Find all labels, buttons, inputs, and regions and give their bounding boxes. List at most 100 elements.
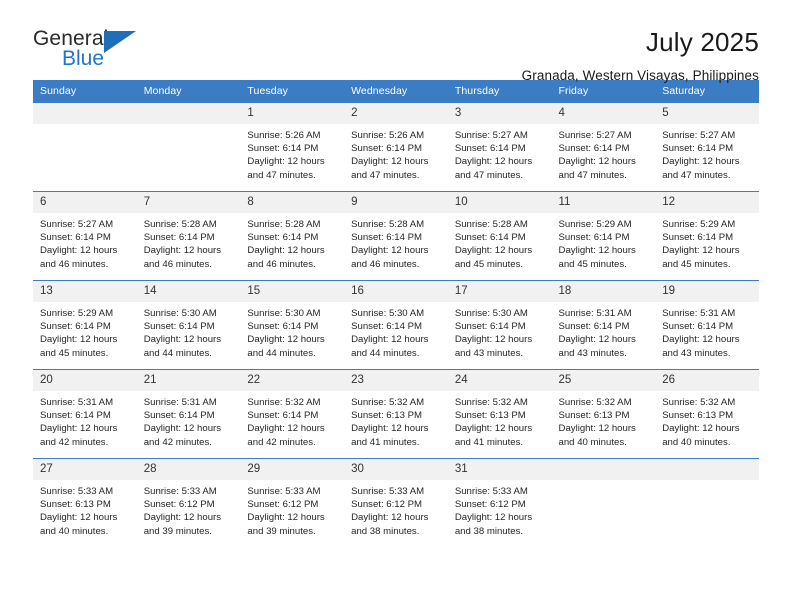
day-details: Sunrise: 5:27 AM Sunset: 6:14 PM Daylight:… — [655, 124, 759, 182]
daylight-text-line1: Daylight: 12 hours — [143, 423, 222, 435]
day-details: Sunrise: 5:27 AM Sunset: 6:14 PM Daylight:… — [448, 124, 552, 182]
day-cell[interactable]: 21 Sunrise: 5:31 AM Sunset: 6:14 PM Dayligh… — [136, 369, 241, 459]
day-cell[interactable]: 26 Sunrise: 5:32 AM Sunset: 6:13 PM Dayligh… — [655, 369, 759, 459]
daylight-text-line1: Daylight: 12 hours — [40, 512, 118, 524]
sunset-text: Sunset: 6:13 PM — [40, 499, 111, 511]
daylight-text-line1: Daylight: 12 hours — [351, 245, 429, 257]
day-cell-empty — [655, 458, 759, 547]
day-cell[interactable]: 24 Sunrise: 5:32 AM Sunset: 6:13 PM Dayligh… — [447, 369, 552, 459]
day-number: 27 — [33, 459, 137, 480]
day-number: 6 — [33, 192, 137, 213]
sunset-text: Sunset: 6:14 PM — [40, 232, 111, 244]
daylight-text-line1: Daylight: 12 hours — [351, 156, 429, 168]
day-number: 9 — [344, 192, 448, 213]
day-number: 21 — [136, 370, 241, 391]
sunset-text: Sunset: 6:14 PM — [454, 232, 526, 244]
day-cell[interactable]: 9 Sunrise: 5:28 AM Sunset: 6:14 PM Daylight… — [344, 191, 448, 281]
day-details: Sunrise: 5:30 AM Sunset: 6:14 PM Daylight:… — [137, 302, 241, 360]
daylight-text-line2: and 42 minutes. — [247, 436, 316, 448]
day-cell[interactable]: 28 Sunrise: 5:33 AM Sunset: 6:12 PM Dayligh… — [136, 458, 241, 547]
sunset-text: Sunset: 6:14 PM — [662, 232, 734, 244]
day-details: Sunrise: 5:32 AM Sunset: 6:13 PM Daylight:… — [448, 391, 552, 449]
sunset-text: Sunset: 6:14 PM — [662, 321, 734, 333]
day-cell[interactable]: 17 Sunrise: 5:30 AM Sunset: 6:14 PM Dayligh… — [447, 280, 552, 370]
day-cell[interactable]: 19 Sunrise: 5:31 AM Sunset: 6:14 PM Dayligh… — [655, 280, 759, 370]
daylight-text-line2: and 44 minutes. — [351, 347, 420, 359]
day-number: 28 — [136, 459, 241, 480]
sunset-text: Sunset: 6:13 PM — [454, 410, 526, 422]
day-cell[interactable]: 6 Sunrise: 5:27 AM Sunset: 6:14 PM Daylight… — [33, 191, 137, 281]
day-cell[interactable]: 29 Sunrise: 5:33 AM Sunset: 6:12 PM Dayligh… — [240, 458, 345, 547]
day-cell[interactable]: 3 Sunrise: 5:27 AM Sunset: 6:14 PM Daylight… — [447, 102, 552, 192]
sunrise-text: Sunrise: 5:27 AM — [40, 219, 114, 230]
daylight-text-line2: and 44 minutes. — [143, 347, 212, 359]
day-cell[interactable]: 30 Sunrise: 5:33 AM Sunset: 6:12 PM Dayligh… — [344, 458, 448, 547]
day-number: 7 — [136, 192, 241, 213]
day-cell[interactable]: 1 Sunrise: 5:26 AM Sunset: 6:14 PM Daylight… — [240, 102, 345, 192]
daylight-text-line2: and 43 minutes. — [558, 347, 627, 359]
day-number: 11 — [551, 192, 656, 213]
weekday-header-friday: Friday — [551, 80, 656, 103]
day-cell[interactable]: 20 Sunrise: 5:31 AM Sunset: 6:14 PM Dayligh… — [33, 369, 137, 459]
day-details: Sunrise: 5:29 AM Sunset: 6:14 PM Daylight:… — [552, 213, 656, 271]
day-cell[interactable]: 4 Sunrise: 5:27 AM Sunset: 6:14 PM Daylight… — [551, 102, 656, 192]
day-number: 14 — [136, 281, 241, 302]
sunset-text: Sunset: 6:13 PM — [662, 410, 734, 422]
sunrise-text: Sunrise: 5:29 AM — [40, 308, 114, 319]
day-cell[interactable]: 8 Sunrise: 5:28 AM Sunset: 6:14 PM Daylight… — [240, 191, 345, 281]
daylight-text-line2: and 46 minutes. — [351, 258, 420, 270]
calendar-week-row: 27 Sunrise: 5:33 AM Sunset: 6:13 PM Dayligh… — [33, 458, 759, 547]
sunrise-text: Sunrise: 5:28 AM — [351, 219, 425, 230]
day-cell[interactable]: 2 Sunrise: 5:26 AM Sunset: 6:14 PM Daylight… — [344, 102, 448, 192]
title-block: July 2025 Granada, Western Visayas, Phil… — [522, 28, 759, 83]
sunset-text: Sunset: 6:14 PM — [143, 232, 215, 244]
calendar-page: General Blue July 2025 Granada, Western … — [0, 0, 792, 612]
day-cell[interactable]: 15 Sunrise: 5:30 AM Sunset: 6:14 PM Dayligh… — [240, 280, 345, 370]
daylight-text-line2: and 44 minutes. — [247, 347, 316, 359]
daylight-text-line1: Daylight: 12 hours — [454, 423, 533, 435]
day-cell[interactable]: 5 Sunrise: 5:27 AM Sunset: 6:14 PM Daylight… — [655, 102, 759, 192]
day-number — [655, 459, 759, 480]
day-details: Sunrise: 5:29 AM Sunset: 6:14 PM Daylight:… — [655, 213, 759, 271]
day-cell[interactable]: 11 Sunrise: 5:29 AM Sunset: 6:14 PM Dayligh… — [551, 191, 656, 281]
daylight-text-line1: Daylight: 12 hours — [662, 334, 740, 346]
day-number: 29 — [240, 459, 345, 480]
sunset-text: Sunset: 6:14 PM — [40, 321, 111, 333]
day-cell[interactable]: 12 Sunrise: 5:29 AM Sunset: 6:14 PM Dayligh… — [655, 191, 759, 281]
daylight-text-line2: and 45 minutes. — [662, 258, 731, 270]
calendar-header-row: Sunday Monday Tuesday Wednesday Thursday Frid… — [33, 80, 759, 103]
daylight-text-line2: and 45 minutes. — [454, 258, 524, 270]
day-cell[interactable]: 16 Sunrise: 5:30 AM Sunset: 6:14 PM Dayligh… — [344, 280, 448, 370]
day-cell[interactable]: 10 Sunrise: 5:28 AM Sunset: 6:14 PM Dayligh… — [447, 191, 552, 281]
day-number: 2 — [344, 103, 448, 124]
daylight-text-line1: Daylight: 12 hours — [558, 423, 636, 435]
day-cell[interactable]: 13 Sunrise: 5:29 AM Sunset: 6:14 PM Dayligh… — [33, 280, 137, 370]
day-number: 8 — [240, 192, 345, 213]
day-cell[interactable]: 14 Sunrise: 5:30 AM Sunset: 6:14 PM Dayligh… — [136, 280, 241, 370]
day-cell[interactable]: 25 Sunrise: 5:32 AM Sunset: 6:13 PM Dayligh… — [551, 369, 656, 459]
day-details: Sunrise: 5:28 AM Sunset: 6:14 PM Daylight:… — [240, 213, 344, 271]
calendar-week-row: 20 Sunrise: 5:31 AM Sunset: 6:14 PM Dayligh… — [33, 369, 759, 459]
day-details: Sunrise: 5:29 AM Sunset: 6:14 PM Daylight:… — [33, 302, 137, 360]
daylight-text-line1: Daylight: 12 hours — [143, 334, 222, 346]
day-number: 13 — [33, 281, 137, 302]
daylight-text-line2: and 39 minutes. — [247, 525, 316, 537]
sunrise-text: Sunrise: 5:26 AM — [351, 130, 425, 141]
sunrise-text: Sunrise: 5:32 AM — [247, 397, 321, 408]
daylight-text-line1: Daylight: 12 hours — [247, 245, 325, 257]
day-cell[interactable]: 23 Sunrise: 5:32 AM Sunset: 6:13 PM Dayligh… — [344, 369, 448, 459]
day-number: 4 — [551, 103, 656, 124]
day-cell[interactable]: 18 Sunrise: 5:31 AM Sunset: 6:14 PM Dayligh… — [551, 280, 656, 370]
day-cell[interactable]: 27 Sunrise: 5:33 AM Sunset: 6:13 PM Dayligh… — [33, 458, 137, 547]
sunset-text: Sunset: 6:12 PM — [247, 499, 319, 511]
day-cell[interactable]: 7 Sunrise: 5:28 AM Sunset: 6:14 PM Daylight… — [136, 191, 241, 281]
day-cell[interactable]: 31 Sunrise: 5:33 AM Sunset: 6:12 PM Dayligh… — [447, 458, 552, 547]
sunset-text: Sunset: 6:14 PM — [143, 321, 215, 333]
day-details: Sunrise: 5:28 AM Sunset: 6:14 PM Daylight:… — [448, 213, 552, 271]
day-cell[interactable]: 22 Sunrise: 5:32 AM Sunset: 6:14 PM Dayligh… — [240, 369, 345, 459]
weekday-header-saturday: Saturday — [655, 80, 759, 103]
day-number: 31 — [447, 459, 552, 480]
generalblue-logo[interactable]: General Blue — [33, 28, 153, 74]
daylight-text-line1: Daylight: 12 hours — [247, 423, 325, 435]
daylight-text-line2: and 41 minutes. — [454, 436, 524, 448]
